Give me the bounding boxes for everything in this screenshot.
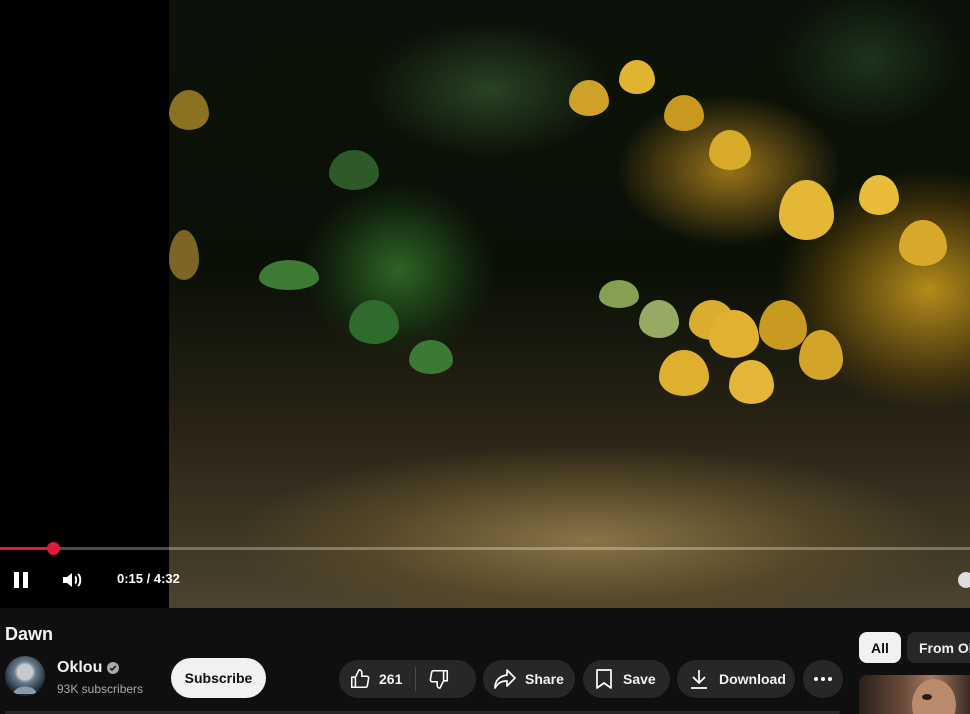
leaf <box>569 80 609 116</box>
leaf <box>709 310 759 358</box>
subscriber-count: 93K subscribers <box>57 682 144 696</box>
share-icon <box>494 669 516 689</box>
leaf <box>799 330 843 380</box>
pause-button[interactable] <box>1 560 41 600</box>
share-button[interactable]: Share <box>483 660 575 698</box>
more-actions-button[interactable] <box>803 660 843 698</box>
channel-name-label: Oklou <box>57 659 103 676</box>
share-label: Share <box>525 671 564 687</box>
player-controls: 0:15 / 4:32 <box>0 560 970 600</box>
chip-from-channel[interactable]: From Oklou <box>907 632 970 663</box>
like-dislike-group: 261 <box>339 660 476 698</box>
download-label: Download <box>719 671 786 687</box>
subscribe-button[interactable]: Subscribe <box>171 658 266 698</box>
download-icon <box>691 670 707 689</box>
video-player[interactable]: 0:15 / 4:32 <box>0 0 970 608</box>
save-button[interactable]: Save <box>583 660 670 698</box>
leaf <box>659 350 709 396</box>
like-count: 261 <box>379 671 403 687</box>
scrubber-handle[interactable] <box>47 542 60 555</box>
progress-bar[interactable] <box>0 547 970 550</box>
download-button[interactable]: Download <box>677 660 795 698</box>
progress-bar-played <box>0 547 53 550</box>
leaf <box>859 175 899 215</box>
channel-name[interactable]: Oklou <box>57 659 120 677</box>
volume-icon <box>63 573 82 587</box>
leaf <box>599 280 639 308</box>
verified-icon <box>107 662 120 674</box>
leaf <box>349 300 399 344</box>
leaf <box>664 95 704 131</box>
video-title: Dawn <box>5 624 54 644</box>
leaf <box>169 90 209 130</box>
leaf <box>899 220 947 266</box>
save-icon <box>596 669 612 689</box>
like-button[interactable]: 261 <box>339 660 402 698</box>
leaf <box>169 230 199 280</box>
video-frame[interactable] <box>169 0 970 608</box>
leaf <box>329 150 379 190</box>
channel-avatar[interactable] <box>5 656 45 696</box>
save-label: Save <box>623 671 656 687</box>
more-icon <box>814 677 832 681</box>
thumbs-up-icon <box>350 669 370 689</box>
leaf <box>639 300 679 338</box>
related-video-thumbnail[interactable] <box>859 675 970 714</box>
leaf <box>729 360 774 404</box>
leaf <box>709 130 751 170</box>
leaf <box>759 300 807 350</box>
pause-icon <box>14 572 28 588</box>
time-display: 0:15 / 4:32 <box>117 571 180 586</box>
leaf <box>409 340 453 374</box>
avatar-image <box>13 665 37 694</box>
settings-toggle[interactable] <box>958 572 970 588</box>
leaf <box>619 60 655 94</box>
dislike-button[interactable] <box>416 660 450 698</box>
thumbs-down-icon <box>429 669 449 689</box>
leaf <box>259 260 319 290</box>
chip-all[interactable]: All <box>859 632 901 663</box>
volume-button[interactable] <box>53 560 93 600</box>
thumbnail-image <box>912 679 956 714</box>
leaf <box>779 180 834 240</box>
